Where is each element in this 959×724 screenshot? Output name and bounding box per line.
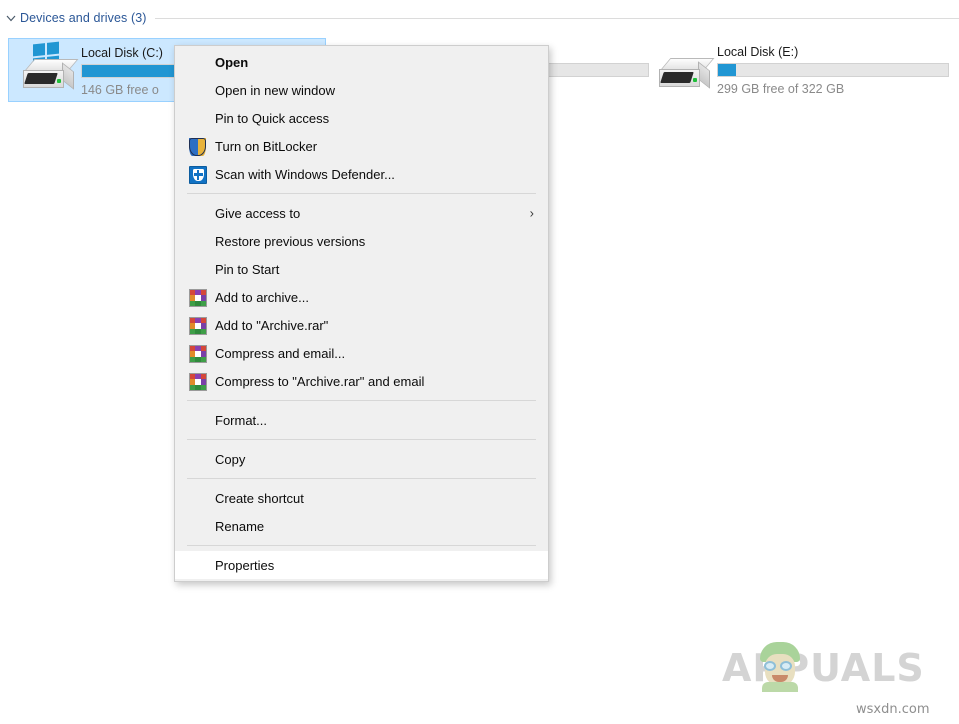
drive-capacity-text: 299 GB free of 322 GB — [717, 82, 949, 96]
context-menu-item[interactable]: Open in new window — [175, 76, 548, 104]
context-menu-item-label: Pin to Quick access — [215, 112, 329, 125]
context-menu-item-label: Rename — [215, 520, 264, 533]
bitlocker-shield-icon — [189, 138, 206, 156]
chevron-right-icon: › — [530, 207, 534, 220]
menu-item-icon-slot — [187, 410, 215, 430]
winrar-icon — [187, 371, 215, 391]
context-menu-item[interactable]: Open — [175, 48, 548, 76]
context-menu-item[interactable]: Scan with Windows Defender... — [175, 160, 548, 188]
context-menu-item[interactable]: Add to archive... — [175, 283, 548, 311]
group-header-devices-and-drives[interactable]: Devices and drives (3) — [0, 8, 959, 28]
windows-defender-icon — [189, 166, 207, 184]
menu-separator — [187, 400, 536, 401]
context-menu-item-label: Add to "Archive.rar" — [215, 319, 328, 332]
context-menu-item-label: Open in new window — [215, 84, 335, 97]
context-menu-item[interactable]: Copy — [175, 445, 548, 473]
menu-item-icon-slot — [187, 555, 215, 575]
context-menu-item-label: Compress and email... — [215, 347, 345, 360]
menu-item-icon-slot — [187, 231, 215, 251]
context-menu-item[interactable]: Rename — [175, 512, 548, 540]
context-menu-item-label: Turn on BitLocker — [215, 140, 317, 153]
bitlocker-shield-icon — [187, 136, 215, 156]
explorer-content-pane: Devices and drives (3) Local Disk (C:) 1… — [0, 0, 959, 724]
winrar-icon — [189, 345, 207, 363]
hard-disk-icon — [23, 59, 75, 93]
menu-separator — [187, 439, 536, 440]
menu-item-icon-slot — [187, 52, 215, 72]
menu-item-icon-slot — [187, 259, 215, 279]
winrar-icon — [187, 287, 215, 307]
context-menu-item[interactable]: Restore previous versions — [175, 227, 548, 255]
menu-separator — [187, 193, 536, 194]
context-menu-item[interactable]: Format... — [175, 406, 548, 434]
site-watermark: wsxdn.com — [856, 702, 930, 717]
chevron-down-icon[interactable] — [2, 9, 20, 27]
context-menu-item-label: Format... — [215, 414, 267, 427]
context-menu-item[interactable]: Give access to › — [175, 199, 548, 227]
context-menu-item-label: Pin to Start — [215, 263, 279, 276]
menu-item-icon-slot — [187, 516, 215, 536]
menu-separator — [187, 478, 536, 479]
context-menu-item-label: Open — [215, 56, 248, 69]
context-menu-item[interactable]: Properties — [175, 551, 548, 579]
menu-separator — [187, 545, 536, 546]
group-header-label: Devices and drives (3) — [20, 11, 155, 25]
context-menu-item-label: Give access to — [215, 207, 300, 220]
hard-disk-windows-icon — [15, 43, 81, 99]
drive-tile-local-disk-e[interactable]: Local Disk (E:) 299 GB free of 322 GB — [645, 38, 959, 102]
winrar-icon — [187, 315, 215, 335]
context-menu-item[interactable]: Pin to Quick access — [175, 104, 548, 132]
context-menu-item[interactable]: Compress to "Archive.rar" and email — [175, 367, 548, 395]
menu-item-icon-slot — [187, 80, 215, 100]
appuals-watermark: APPUALS — [722, 646, 942, 690]
context-menu-item-label: Compress to "Archive.rar" and email — [215, 375, 424, 388]
drive-capacity-bar-fill — [718, 64, 736, 76]
winrar-icon — [189, 289, 207, 307]
menu-item-icon-slot — [187, 203, 215, 223]
context-menu-item[interactable]: Create shortcut — [175, 484, 548, 512]
context-menu-item-label: Scan with Windows Defender... — [215, 168, 395, 181]
context-menu-item-label: Copy — [215, 453, 245, 466]
winrar-icon — [189, 317, 207, 335]
appuals-mascot-icon — [758, 642, 802, 690]
winrar-icon — [189, 373, 207, 391]
context-menu-item-label: Create shortcut — [215, 492, 304, 505]
winrar-icon — [187, 343, 215, 363]
menu-item-icon-slot — [187, 488, 215, 508]
hard-disk-icon — [651, 42, 717, 98]
drive-capacity-bar — [717, 63, 949, 77]
context-menu-item[interactable]: Pin to Start — [175, 255, 548, 283]
appuals-wordmark: APPUALS — [722, 646, 925, 690]
context-menu-item[interactable]: Compress and email... — [175, 339, 548, 367]
context-menu[interactable]: Open Open in new window Pin to Quick acces… — [174, 45, 549, 582]
group-header-rule — [155, 18, 959, 19]
menu-item-icon-slot — [187, 108, 215, 128]
context-menu-item-label: Restore previous versions — [215, 235, 365, 248]
context-menu-item-label: Properties — [215, 559, 274, 572]
context-menu-item[interactable]: Turn on BitLocker — [175, 132, 548, 160]
menu-item-icon-slot — [187, 449, 215, 469]
context-menu-item-label: Add to archive... — [215, 291, 309, 304]
drive-label: Local Disk (E:) — [717, 45, 949, 59]
windows-defender-icon — [187, 164, 215, 184]
context-menu-item[interactable]: Add to "Archive.rar" — [175, 311, 548, 339]
